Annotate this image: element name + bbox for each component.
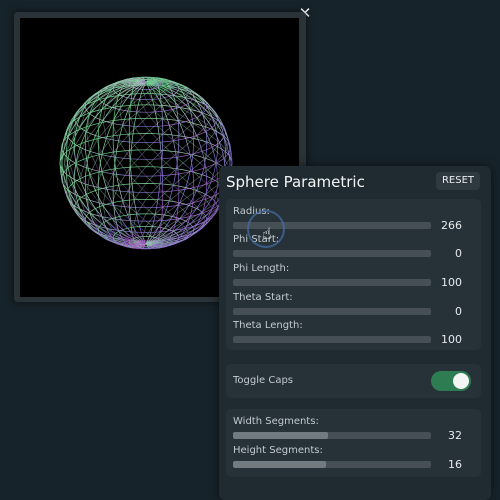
sphere-diagonal-line <box>145 142 162 160</box>
sphere-diagonal-line <box>105 168 116 188</box>
toggle-caps-switch[interactable] <box>431 371 471 391</box>
toggle-knob <box>453 373 469 389</box>
sphere-diagonal-line <box>131 141 147 160</box>
sphere-diagonal-line <box>145 111 159 127</box>
hand-pointer-icon: ☝ <box>262 224 272 243</box>
sphere-diagonal-line <box>145 183 161 200</box>
sphere-diagonal-line <box>118 167 131 186</box>
sphere-diagonal-line <box>161 158 179 175</box>
reset-button[interactable]: RESET <box>436 172 480 190</box>
phi-start-slider-track[interactable] <box>233 250 431 257</box>
slider-theta-length: Theta Length: 100 <box>226 320 481 349</box>
panel-title: Sphere Parametric <box>226 173 365 191</box>
sphere-diagonal-line <box>133 183 147 200</box>
sphere-diagonal-line <box>89 151 100 172</box>
slider-phi-length: Phi Length: 100 <box>226 263 481 292</box>
slider-value: 16 <box>448 458 462 471</box>
toggle-caps-group: Toggle Caps <box>226 364 481 398</box>
slider-value: 0 <box>455 305 462 318</box>
slider-label: Theta Length: <box>233 320 303 331</box>
sphere-diagonal-line <box>127 78 140 80</box>
sphere-diagonal-line <box>119 200 124 217</box>
sphere-diagonal-line <box>157 184 174 200</box>
slider-label: Theta Start: <box>233 292 293 303</box>
sphere-longitude-line <box>61 81 147 245</box>
slider-value: 100 <box>441 333 462 346</box>
sphere-diagonal-line <box>105 138 116 158</box>
sphere-diagonal-line <box>133 126 147 143</box>
sphere-diagonal-line <box>145 126 161 143</box>
sphere-diagonal-line <box>161 81 174 83</box>
theta-length-slider-track[interactable] <box>233 336 431 343</box>
sphere-diagonal-line <box>157 126 174 142</box>
slider-label: Phi Length: <box>233 263 290 274</box>
sphere-diagonal-line <box>113 205 131 221</box>
sliders-group-segments: Width Segments: 32 Height Segments: 16 <box>226 409 481 477</box>
slider-value: 266 <box>441 219 462 232</box>
sphere-longitude-line <box>145 81 226 245</box>
width-segments-slider-track[interactable] <box>233 432 431 439</box>
phi-length-slider-track[interactable] <box>233 279 431 286</box>
slider-label: Height Segments: <box>233 445 323 456</box>
sphere-diagonal-line <box>131 166 147 185</box>
sphere-diagonal-line <box>142 89 147 100</box>
slider-width-segments: Width Segments: 32 <box>226 416 481 445</box>
sphere-diagonal-line <box>178 122 194 137</box>
sphere-longitude-line <box>145 81 226 245</box>
slider-value: 100 <box>441 276 462 289</box>
slider-value: 32 <box>448 429 462 442</box>
toggle-caps-label: Toggle Caps <box>233 375 293 386</box>
slider-theta-start: Theta Start: 0 <box>226 292 481 321</box>
sphere-diagonal-line <box>162 120 179 135</box>
sphere-diagonal-line <box>113 133 130 153</box>
slider-fill <box>233 432 329 439</box>
sphere-diagonal-line <box>130 149 147 168</box>
sphere-diagonal-line <box>178 189 194 204</box>
sphere-longitude-line <box>145 77 180 245</box>
sphere-longitude-line <box>145 81 180 249</box>
sphere-diagonal-line <box>145 166 162 184</box>
slider-value: 0 <box>455 247 462 260</box>
sphere-diagonal-line <box>161 151 179 168</box>
sphere-longitude-line <box>61 81 147 245</box>
sphere-diagonal-line <box>118 140 131 159</box>
sphere-diagonal-line <box>119 109 124 126</box>
slider-label: Width Segments: <box>233 416 319 427</box>
sphere-diagonal-line <box>72 204 87 222</box>
slider-height-segments: Height Segments: 16 <box>226 445 481 474</box>
sphere-diagonal-line <box>205 167 218 180</box>
sphere-diagonal-line <box>130 158 147 177</box>
sphere-diagonal-line <box>205 146 218 159</box>
height-segments-slider-track[interactable] <box>233 461 431 468</box>
sphere-diagonal-line <box>162 191 179 206</box>
sphere-diagonal-line <box>89 154 100 175</box>
slider-fill <box>233 461 327 468</box>
theta-start-slider-track[interactable] <box>233 308 431 315</box>
sphere-diagonal-line <box>113 173 130 193</box>
